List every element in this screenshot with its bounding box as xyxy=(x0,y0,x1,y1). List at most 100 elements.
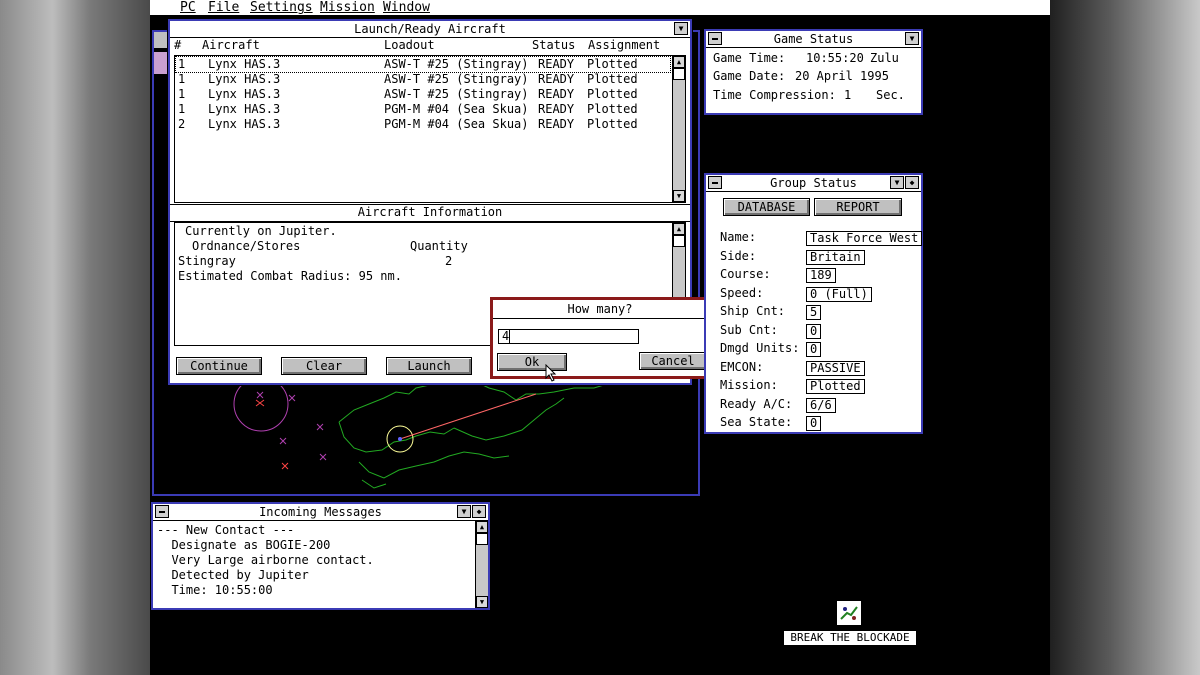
time-compression-label: Time Compression: xyxy=(713,88,836,102)
group-field-label: Name: xyxy=(720,230,757,244)
launch-window-dropdown-icon[interactable]: ▼ xyxy=(674,22,688,35)
row-loadout: ASW-T #25 (Stingray) xyxy=(384,87,529,101)
launch-button[interactable]: Launch xyxy=(386,357,472,375)
message-line: Designate as BOGIE-200 xyxy=(157,538,331,552)
group-field-value: Plotted xyxy=(806,379,865,394)
group-field-label: Ship Cnt: xyxy=(720,304,786,318)
row-loadout: ASW-T #25 (Stingray) xyxy=(384,57,529,71)
group-field-label: Dmgd Units: xyxy=(720,341,800,355)
group-field-label: EMCON: xyxy=(720,359,764,374)
info-item-name: Stingray xyxy=(178,254,236,268)
continue-button[interactable]: Continue xyxy=(176,357,262,375)
aircraft-row[interactable]: 1 Lynx HAS.3 ASW-T #25 (Stingray) READY Plot… xyxy=(176,72,670,87)
row-number: 1 xyxy=(178,72,186,86)
menu-window[interactable]: Window xyxy=(383,0,430,15)
row-assignment: Plotted xyxy=(587,117,638,131)
row-assignment: Plotted xyxy=(587,72,638,86)
menu-settings[interactable]: Settings xyxy=(250,0,313,15)
blockade-ship-icon[interactable] xyxy=(836,600,862,626)
messages-scroll-thumb[interactable] xyxy=(476,533,488,545)
mouse-pointer-icon xyxy=(545,364,557,382)
row-aircraft: Lynx HAS.3 xyxy=(208,72,281,86)
aircraft-row[interactable]: 1 Lynx HAS.3 PGM-M #04 (Sea Skua) READY Plot… xyxy=(176,102,670,117)
group-status-system-icon[interactable] xyxy=(708,176,722,189)
report-button[interactable]: REPORT xyxy=(814,198,902,216)
col-header-assignment: Assignment xyxy=(588,38,661,52)
messages-dropdown-icon[interactable]: ▼ xyxy=(457,505,471,518)
info-scroll-up-icon[interactable]: ▲ xyxy=(673,223,685,235)
row-number: 2 xyxy=(178,117,186,131)
dialog-title: How many? xyxy=(493,300,707,319)
group-field-value: PASSIVE xyxy=(806,360,865,376)
messages-titlebar[interactable]: Incoming Messages ▼ ◆ xyxy=(153,504,488,521)
game-status-titlebar[interactable]: Game Status ▼ xyxy=(706,31,921,48)
group-field-label: Speed: xyxy=(720,285,764,300)
row-aircraft: Lynx HAS.3 xyxy=(208,117,281,131)
clear-button[interactable]: Clear xyxy=(281,357,367,375)
row-aircraft: Lynx HAS.3 xyxy=(208,102,281,116)
row-number: 1 xyxy=(178,87,186,101)
group-field-label: Side: xyxy=(720,248,757,263)
game-status-system-icon[interactable] xyxy=(708,32,722,45)
group-field-value: Task Force West xyxy=(806,231,923,246)
how-many-dialog: How many? 4 Ok Cancel xyxy=(490,297,710,382)
message-line: Very Large airborne contact. xyxy=(157,553,374,567)
group-field-value: 189 xyxy=(806,268,836,283)
group-status-dropdown-icon[interactable]: ▼ xyxy=(890,176,904,189)
scroll-up-icon[interactable]: ▲ xyxy=(673,56,685,68)
scroll-thumb[interactable] xyxy=(673,68,685,80)
message-line: --- New Contact --- xyxy=(157,523,295,537)
menu-pc[interactable]: PC xyxy=(180,0,196,15)
row-status: READY xyxy=(538,102,575,116)
row-assignment: Plotted xyxy=(587,87,638,101)
aircraft-info-title: Aircraft Information xyxy=(170,204,690,222)
messages-scrollbar[interactable]: ▲ ▼ xyxy=(475,521,488,608)
database-button[interactable]: DATABASE xyxy=(723,198,810,216)
row-number: 1 xyxy=(178,102,186,116)
game-date-label: Game Date: xyxy=(713,69,786,83)
game-status-window: Game Status ▼ Game Time: 10:55:20 Zulu G… xyxy=(704,29,923,115)
aircraft-row[interactable]: 2 Lynx HAS.3 PGM-M #04 (Sea Skua) READY Plot… xyxy=(176,117,670,132)
group-field-label: Ready A/C: xyxy=(720,396,793,411)
group-field-label: Sea State: xyxy=(720,415,793,429)
messages-scroll-down-icon[interactable]: ▼ xyxy=(476,596,488,608)
scroll-down-icon[interactable]: ▼ xyxy=(673,190,685,202)
text-caret xyxy=(509,329,511,343)
quantity-input[interactable]: 4 xyxy=(498,329,639,344)
row-loadout: PGM-M #04 (Sea Skua) xyxy=(384,117,529,131)
time-compression-unit: Sec. xyxy=(876,88,905,102)
group-status-titlebar[interactable]: Group Status ▼ ◆ xyxy=(706,175,921,192)
launch-window-titlebar[interactable]: Launch/Ready Aircraft ▼ xyxy=(170,21,690,38)
row-status: READY xyxy=(538,72,575,86)
game-date-value: 20 April 1995 xyxy=(795,69,889,83)
messages-scroll-up-icon[interactable]: ▲ xyxy=(476,521,488,533)
break-the-blockade-desktop-icon[interactable]: BREAK THE BLOCKADE xyxy=(784,598,916,648)
row-status: READY xyxy=(538,87,575,101)
info-scroll-thumb[interactable] xyxy=(673,235,685,247)
messages-resize-icon[interactable]: ◆ xyxy=(472,505,486,518)
group-status-resize-icon[interactable]: ◆ xyxy=(905,176,919,189)
messages-system-icon[interactable] xyxy=(155,505,169,518)
message-line: Detected by Jupiter xyxy=(157,568,309,582)
menu-file[interactable]: File xyxy=(208,0,239,15)
col-header-loadout: Loadout xyxy=(384,38,435,52)
menu-mission[interactable]: Mission xyxy=(320,0,375,15)
cancel-button[interactable]: Cancel xyxy=(639,352,707,370)
game-status-dropdown-icon[interactable]: ▼ xyxy=(905,32,919,45)
info-quantity-header: Quantity xyxy=(410,239,468,253)
aircraft-list-scrollbar[interactable]: ▲ ▼ xyxy=(672,56,685,202)
aircraft-row[interactable]: 1 Lynx HAS.3 ASW-T #25 (Stingray) READY Plot… xyxy=(176,87,670,102)
group-field-value: 0 xyxy=(806,342,822,357)
row-number: 1 xyxy=(178,57,186,71)
group-status-title: Group Status xyxy=(770,176,857,190)
row-assignment: Plotted xyxy=(587,102,638,116)
game-status-title: Game Status xyxy=(773,32,854,46)
col-header-aircraft: Aircraft xyxy=(202,38,260,52)
message-line: Time: 10:55:00 xyxy=(157,583,273,597)
aircraft-row[interactable]: 1 Lynx HAS.3 ASW-T #25 (Stingray) READY Plot… xyxy=(175,56,671,73)
group-field-label: Sub Cnt: xyxy=(720,322,778,337)
monitor-bezel-left xyxy=(0,0,150,675)
menu-bar: PC File Settings Mission Window xyxy=(150,0,1050,15)
info-ordnance-header: Ordnance/Stores xyxy=(192,239,301,253)
group-status-window: Group Status ▼ ◆ DATABASE REPORT Name: Ta… xyxy=(704,173,923,434)
